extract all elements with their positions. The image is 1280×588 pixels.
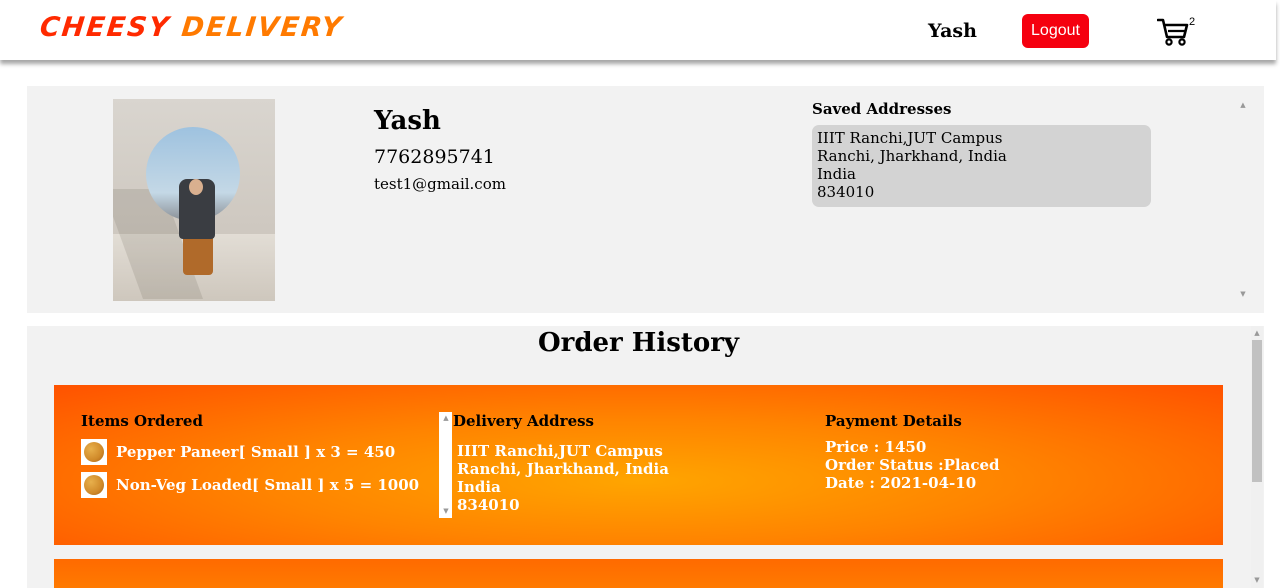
profile-phone: 7762895741 — [374, 146, 495, 168]
order-price: Price : 1450 — [825, 438, 927, 456]
scroll-down-icon[interactable]: ▼ — [441, 506, 451, 516]
delivery-address: IIIT Ranchi,JUT Campus Ranchi, Jharkhand… — [457, 442, 669, 514]
delivery-address-title: Delivery Address — [453, 412, 594, 430]
logo-text-delivery: DELIVERY — [180, 12, 345, 43]
order-history-section: Order History Items Ordered Pepper Panee… — [27, 326, 1264, 588]
profile-card: Yash 7762895741 test1@gmail.com Saved Ad… — [27, 86, 1264, 313]
profile-photo — [113, 99, 275, 301]
cart-count-badge: 2 — [1189, 16, 1196, 28]
scroll-up-icon[interactable]: ▲ — [1252, 328, 1262, 338]
order-card — [54, 559, 1223, 588]
scroll-down-icon[interactable]: ▼ — [1238, 289, 1248, 299]
address-line: India — [457, 478, 501, 496]
payment-details-title: Payment Details — [825, 412, 962, 430]
order-date: Date : 2021-04-10 — [825, 474, 977, 492]
payment-details: Price : 1450 Order Status :Placed Date :… — [825, 438, 1000, 492]
saved-addresses-title: Saved Addresses — [812, 100, 952, 118]
address-line: IIIT Ranchi,JUT Campus — [457, 442, 663, 460]
logo-text-cheesy: CHEESY — [38, 12, 172, 43]
address-line: Ranchi, Jharkhand, India — [457, 460, 669, 478]
delivery-address-scrollbar[interactable]: ▲ ▼ — [439, 412, 452, 518]
address-line: 834010 — [817, 183, 875, 201]
order-item-label: Pepper Paneer[ Small ] x 3 = 450 — [116, 443, 396, 461]
saved-address-item[interactable]: IIIT Ranchi,JUT Campus Ranchi, Jharkhand… — [812, 125, 1151, 207]
order-item: Pepper Paneer[ Small ] x 3 = 450 — [81, 439, 395, 465]
address-line: IIIT Ranchi,JUT Campus — [817, 129, 1003, 147]
order-item: Non-Veg Loaded[ Small ] x 5 = 1000 — [81, 472, 419, 498]
address-line: 834010 — [457, 496, 520, 514]
order-status: Order Status :Placed — [825, 456, 1000, 474]
address-line: India — [817, 165, 856, 183]
order-history-title: Order History — [537, 328, 740, 358]
scroll-up-icon[interactable]: ▲ — [1238, 100, 1248, 110]
items-ordered-title: Items Ordered — [81, 412, 203, 430]
scroll-up-icon[interactable]: ▲ — [441, 413, 451, 423]
brand-logo[interactable]: CHEESY DELIVERY — [38, 12, 344, 43]
top-navbar: CHEESY DELIVERY Yash Logout 2 — [0, 0, 1276, 60]
order-card: Items Ordered Pepper Paneer[ Small ] x 3… — [54, 385, 1223, 545]
order-item-label: Non-Veg Loaded[ Small ] x 5 = 1000 — [116, 476, 420, 494]
logout-button[interactable]: Logout — [1022, 14, 1089, 48]
history-scroll-thumb[interactable] — [1252, 340, 1262, 482]
cart-icon[interactable] — [1156, 17, 1189, 47]
photo-person-head — [189, 179, 203, 195]
pizza-icon — [81, 439, 107, 465]
address-line: Ranchi, Jharkhand, India — [817, 147, 1007, 165]
profile-email: test1@gmail.com — [374, 175, 506, 193]
pizza-icon — [81, 472, 107, 498]
profile-name: Yash — [374, 106, 441, 136]
addresses-scrollbar[interactable]: ▲ ▼ — [1238, 100, 1248, 300]
scroll-down-icon[interactable]: ▼ — [1252, 575, 1262, 585]
nav-username[interactable]: Yash — [928, 20, 977, 42]
